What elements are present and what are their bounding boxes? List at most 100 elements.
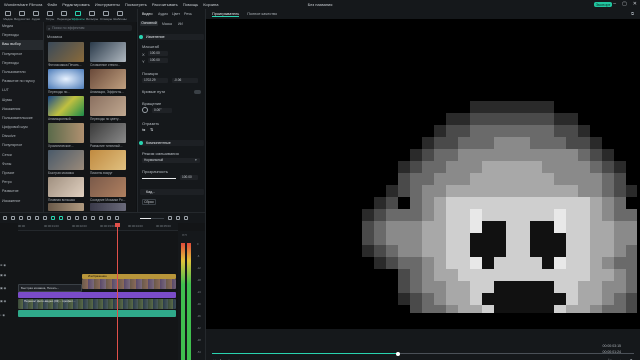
- tab-filters[interactable]: Фильтры: [86, 9, 98, 22]
- tab-player[interactable]: Проигрыватель: [212, 12, 240, 17]
- effect-thumbnail[interactable]: [90, 203, 126, 211]
- effect-thumbnail[interactable]: [48, 123, 84, 143]
- sidebar-item[interactable]: Искажение: [0, 197, 43, 206]
- sidebar-item[interactable]: Популярное: [0, 141, 43, 150]
- rotation-dial[interactable]: [142, 107, 148, 113]
- sidebar-item[interactable]: Размытие: [0, 187, 43, 196]
- sidebar-item[interactable]: Ретро: [0, 178, 43, 187]
- sidebar-item[interactable]: Популярное: [0, 50, 43, 59]
- minimize-icon[interactable]: –: [613, 1, 616, 7]
- scrubber-handle[interactable]: [395, 351, 400, 356]
- sidebar-item[interactable]: Шумы: [0, 96, 43, 105]
- effect-thumbnail[interactable]: [48, 42, 84, 62]
- timeline-ruler[interactable]: 00:00 00:00:01:00 00:00:02:00 00:00:03:0…: [18, 223, 178, 231]
- close-icon[interactable]: ✕: [633, 1, 637, 7]
- sidebar-item[interactable]: Переходы: [0, 59, 43, 68]
- undo-icon[interactable]: [11, 215, 15, 220]
- marker-icon[interactable]: [99, 215, 103, 220]
- effect-thumbnail[interactable]: [90, 177, 126, 197]
- sidebar-item[interactable]: Пользователи: [0, 68, 43, 77]
- scale-x-field[interactable]: 100.00: [148, 51, 168, 56]
- sidebar-item[interactable]: Цифровой шум: [0, 123, 43, 132]
- menu-help[interactable]: Помощь: [183, 2, 198, 7]
- snapshot-icon[interactable]: ⧉: [631, 11, 634, 16]
- scale-y-field[interactable]: 100.00: [148, 58, 168, 63]
- tab-stickers[interactable]: Стикеры: [100, 9, 112, 22]
- tab-speech[interactable]: Речь: [184, 12, 192, 16]
- menu-render[interactable]: Рассчитывать: [152, 2, 178, 7]
- tab-transitions[interactable]: Переходы: [57, 9, 71, 22]
- tab-templates[interactable]: Шаблоны: [113, 9, 127, 22]
- menu-file[interactable]: Файл: [47, 2, 57, 7]
- track-header[interactable]: ♪ ◉: [0, 313, 18, 317]
- menu-cart[interactable]: Корзина: [203, 2, 218, 7]
- export-button[interactable]: Экспорт: [594, 2, 612, 7]
- maximize-icon[interactable]: ▢: [622, 1, 627, 7]
- tab-titles[interactable]: Титры: [44, 9, 56, 22]
- track-header[interactable]: ⊕ ◉: [0, 263, 18, 267]
- menu-view[interactable]: Посмотреть: [125, 2, 147, 7]
- audio-tool-icon[interactable]: [75, 215, 79, 220]
- tab-media[interactable]: Медиа: [2, 9, 14, 22]
- effect-thumbnail[interactable]: [90, 123, 126, 143]
- effect-thumbnail[interactable]: [48, 96, 84, 116]
- rotation-field[interactable]: 0.00°: [152, 108, 172, 113]
- transform-toggle[interactable]: [139, 35, 143, 39]
- effect-thumbnail[interactable]: [48, 177, 84, 197]
- effect-thumbnail[interactable]: [90, 96, 126, 116]
- cut-icon[interactable]: [35, 215, 39, 220]
- sidebar-item[interactable]: Прочие: [0, 169, 43, 178]
- quality-select[interactable]: Полное качество: [247, 12, 277, 17]
- effect-thumbnail[interactable]: [90, 42, 126, 62]
- zoom-fit-icon[interactable]: [168, 215, 172, 220]
- snap-icon[interactable]: [115, 215, 119, 220]
- mic-icon[interactable]: [91, 215, 95, 220]
- menu-edit[interactable]: Редактировать: [62, 2, 90, 7]
- subtab-mask[interactable]: Маска: [162, 22, 172, 26]
- effect-thumbnail[interactable]: [90, 69, 126, 89]
- sidebar-item[interactable]: Переходы: [0, 31, 43, 40]
- section-transform[interactable]: Изменение: [139, 34, 204, 40]
- effect-clip-strip[interactable]: [82, 279, 176, 289]
- crop-icon[interactable]: [43, 215, 47, 220]
- sidebar-item-selected[interactable]: Ваш выбор: [0, 40, 43, 50]
- playhead[interactable]: [117, 223, 118, 360]
- audio-clip[interactable]: [18, 310, 176, 317]
- menu-app[interactable]: Wondershare Filmora: [4, 2, 42, 7]
- opacity-slider[interactable]: [142, 178, 176, 179]
- redo-icon[interactable]: [19, 215, 23, 220]
- blend-mode-select[interactable]: Нормальный: [142, 158, 200, 163]
- tab-color[interactable]: Цвет: [172, 12, 180, 16]
- tab-audio[interactable]: Аудио: [158, 12, 168, 16]
- grid-icon[interactable]: [176, 215, 180, 220]
- track-header[interactable]: ▣ ◉: [0, 273, 18, 277]
- sidebar-item[interactable]: Dissolve: [0, 132, 43, 141]
- preview-scrubber[interactable]: [212, 351, 634, 356]
- effect-thumbnail[interactable]: [90, 150, 126, 170]
- keyframe-icon[interactable]: [83, 215, 87, 220]
- sidebar-item[interactable]: Размытие по гауссу: [0, 77, 43, 86]
- sidebar-item[interactable]: Фоны: [0, 160, 43, 169]
- sidebar-item[interactable]: Пользовательские: [0, 114, 43, 123]
- sidebar-item[interactable]: LUT: [0, 86, 43, 95]
- tab-effects[interactable]: Эффекты: [71, 9, 85, 22]
- sidebar-item[interactable]: Сетки: [0, 151, 43, 160]
- opacity-field[interactable]: 100.00: [180, 175, 198, 180]
- effect-clip[interactable]: [18, 292, 176, 298]
- tab-audio[interactable]: Аудио: [30, 9, 42, 22]
- zoom-slider[interactable]: [140, 218, 164, 219]
- flip-vertical-icon[interactable]: ⇅: [150, 127, 153, 132]
- track-header[interactable]: ▣ ◉: [0, 286, 18, 290]
- select-tool-icon[interactable]: [3, 215, 7, 220]
- ai-tool-icon[interactable]: [51, 215, 55, 220]
- delete-icon[interactable]: [27, 215, 31, 220]
- reset-button[interactable]: Сброс: [142, 199, 156, 205]
- subtab-ai[interactable]: ИИ: [178, 22, 183, 26]
- speed-icon[interactable]: [59, 215, 63, 220]
- render-icon[interactable]: [107, 215, 111, 220]
- effect-thumbnail[interactable]: [48, 150, 84, 170]
- sidebar-item[interactable]: Медиа: [0, 22, 43, 31]
- menu-tools[interactable]: Инструменты: [95, 2, 120, 7]
- color-icon[interactable]: [67, 215, 71, 220]
- position-x-field[interactable]: 1702.29: [142, 78, 168, 83]
